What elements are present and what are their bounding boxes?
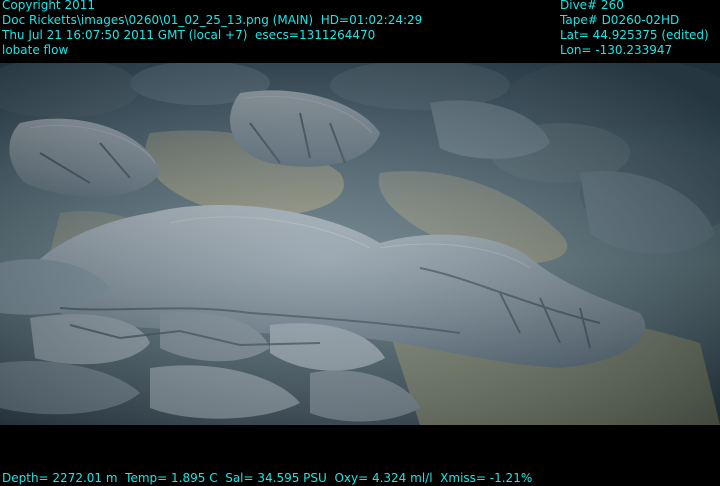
telemetry-text: Depth= 2272.01 m Temp= 1.895 C Sal= 34.5…	[2, 471, 533, 485]
seafloor-photo	[0, 63, 720, 425]
dive-number-text: Dive# 260	[560, 0, 624, 12]
latitude-text: Lat= 44.925375 (edited)	[560, 28, 709, 42]
video-frame: Copyright 2011 Doc Ricketts\images\0260\…	[0, 0, 720, 486]
timestamp-text: Thu Jul 21 16:07:50 2011 GMT (local +7) …	[2, 28, 376, 42]
longitude-text: Lon= -130.233947	[560, 43, 673, 57]
tape-number-text: Tape# D0260-02HD	[560, 13, 680, 27]
annotation-text: lobate flow	[2, 43, 69, 57]
image-path-text: Doc Ricketts\images\0260\01_02_25_13.png…	[2, 13, 423, 27]
seafloor-lava-photo-icon	[0, 63, 720, 425]
copyright-text: Copyright 2011	[2, 0, 95, 12]
